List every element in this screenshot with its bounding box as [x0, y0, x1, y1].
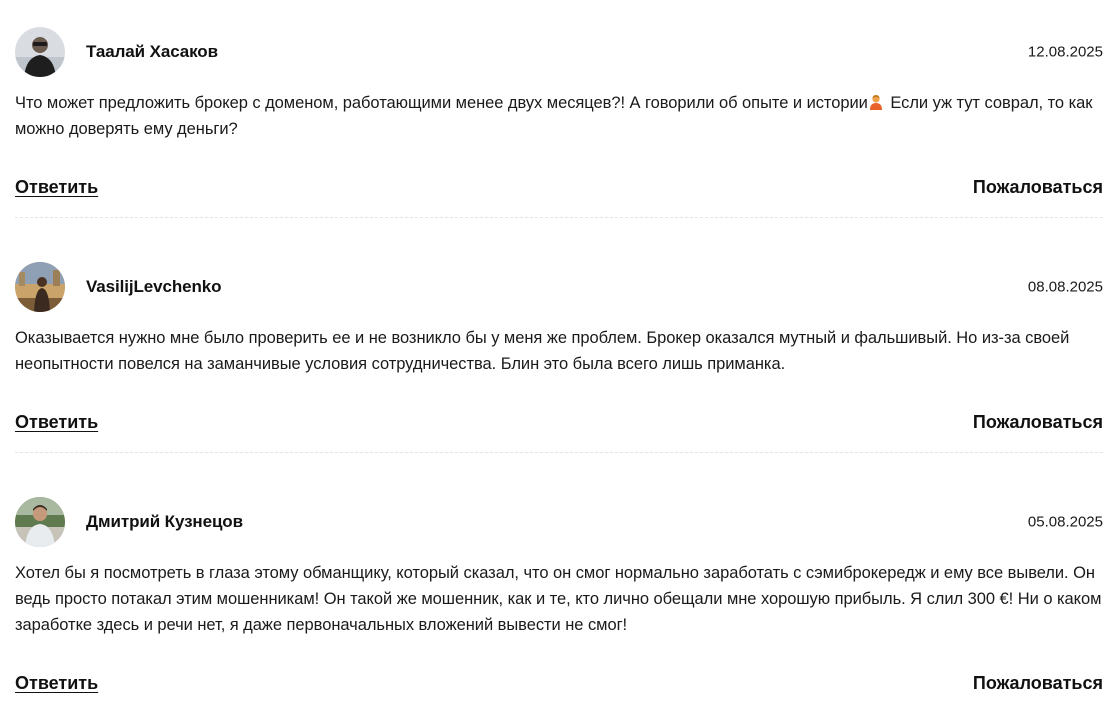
comment-header: Дмитрий Кузнецов 05.08.2025: [15, 497, 1103, 547]
comment-header: Таалай Хасаков 12.08.2025: [15, 27, 1103, 77]
comment-date: 12.08.2025: [1027, 43, 1103, 61]
comment-date: 08.08.2025: [1027, 278, 1103, 296]
comment-actions: Ответить Пожаловаться: [15, 410, 1103, 434]
reply-button[interactable]: Ответить: [15, 673, 98, 694]
comment-header: VasilijLevchenko 08.08.2025: [15, 262, 1103, 312]
avatar[interactable]: [15, 262, 65, 312]
avatar[interactable]: [15, 497, 65, 547]
comment-author: Дмитрий Кузнецов: [86, 512, 243, 531]
avatar-photo-icon: [15, 497, 65, 547]
avatar[interactable]: [15, 27, 65, 77]
comment-text: Что может предложить брокер с доменом, р…: [15, 90, 1103, 142]
report-button[interactable]: Пожаловаться: [973, 412, 1103, 433]
comment-item: Дмитрий Кузнецов 05.08.2025 Хотел бы я п…: [15, 453, 1103, 695]
person-emoji-icon: [869, 92, 883, 110]
comment-author: VasilijLevchenko: [86, 277, 222, 296]
comment-item: VasilijLevchenko 08.08.2025 Оказывается …: [15, 218, 1103, 453]
avatar-photo-icon: [15, 27, 65, 77]
reply-button[interactable]: Ответить: [15, 412, 98, 433]
reply-button[interactable]: Ответить: [15, 177, 98, 198]
comment-text-part: Что может предложить брокер с доменом, р…: [15, 94, 868, 112]
report-button[interactable]: Пожаловаться: [973, 177, 1103, 198]
comment-item: Таалай Хасаков 12.08.2025 Что может пред…: [15, 0, 1103, 218]
avatar-photo-icon: [15, 262, 65, 312]
comments-list: Таалай Хасаков 12.08.2025 Что может пред…: [15, 0, 1103, 695]
comment-text: Оказывается нужно мне было проверить ее …: [15, 329, 1070, 373]
report-button[interactable]: Пожаловаться: [973, 673, 1103, 694]
comment-actions: Ответить Пожаловаться: [15, 671, 1103, 695]
comment-author: Таалай Хасаков: [86, 42, 218, 61]
comment-date: 05.08.2025: [1027, 513, 1103, 531]
comment-actions: Ответить Пожаловаться: [15, 175, 1103, 199]
comment-text: Хотел бы я посмотреть в глаза этому обма…: [15, 564, 1102, 634]
